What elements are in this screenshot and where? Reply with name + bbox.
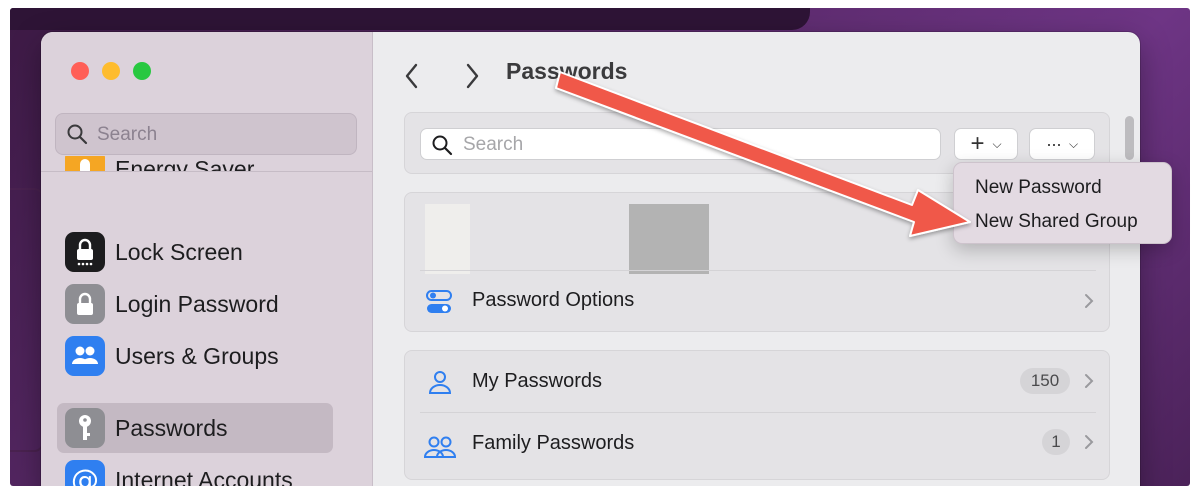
sidebar-item-users-groups[interactable]: Users & Groups (57, 331, 333, 381)
wallpaper-shape (10, 188, 44, 452)
sidebar-item-label: Users & Groups (115, 343, 279, 369)
minimize-window-button[interactable] (102, 62, 120, 80)
person-icon (428, 371, 452, 394)
sidebar-item-label: Internet Accounts (115, 467, 293, 486)
family-passwords-label: Family Passwords (472, 432, 635, 454)
password-options-label: Password Options (472, 289, 635, 311)
sidebar-item-label: Login Password (115, 291, 279, 317)
my-passwords-label: My Passwords (472, 370, 603, 392)
search-input[interactable]: Search (420, 128, 941, 160)
sidebar-item-lock-screen[interactable]: Lock Screen (57, 227, 333, 277)
count-badge: 1 (1042, 429, 1070, 455)
chevron-down-icon: ⌵ (992, 136, 1002, 151)
add-dropdown-menu: New Password New Shared Group (953, 162, 1172, 244)
sidebar-item-login-password[interactable]: Login Password (57, 279, 333, 329)
sidebar-search-input[interactable]: Search (55, 113, 357, 155)
sidebar: Search Energy Saver Lock Screen Login Pa… (41, 32, 373, 486)
sidebar-item-passwords[interactable]: Passwords (57, 403, 333, 453)
sidebar-item-label: Passwords (115, 415, 228, 441)
search-placeholder: Search (463, 134, 524, 155)
search-icon (432, 135, 453, 156)
my-passwords-row[interactable]: My Passwords 150 (404, 350, 1110, 412)
wallpaper-shape (10, 8, 810, 30)
scrollbar[interactable] (1125, 116, 1134, 160)
redacted-image (425, 204, 470, 274)
login-password-icon (65, 284, 105, 324)
search-icon (67, 124, 88, 145)
chevron-right-icon (1085, 435, 1094, 449)
users-groups-icon (65, 336, 105, 376)
page-title: Passwords (506, 58, 628, 84)
sidebar-divider (41, 171, 372, 172)
plus-icon: + (970, 130, 985, 157)
family-passwords-row[interactable]: Family Passwords 1 (404, 413, 1110, 477)
chevron-right-icon (1085, 374, 1094, 388)
key-icon (65, 408, 105, 448)
toggle-icon (426, 290, 452, 313)
sidebar-clip: Energy Saver (41, 156, 372, 171)
add-button[interactable]: + ⌵ (954, 128, 1018, 160)
forward-chevron-icon[interactable] (462, 62, 482, 90)
more-options-button[interactable]: ··· ⌵ (1029, 128, 1095, 160)
count-badge: 150 (1020, 368, 1070, 394)
people-icon (424, 436, 456, 458)
energy-saver-icon (65, 156, 105, 171)
back-chevron-icon[interactable] (402, 62, 422, 90)
system-settings-window: Search Energy Saver Lock Screen Login Pa… (41, 32, 1140, 486)
menu-item-new-shared-group[interactable]: New Shared Group (975, 211, 1138, 233)
sidebar-search-placeholder: Search (97, 124, 158, 145)
password-options-row[interactable]: Password Options (404, 271, 1110, 331)
redacted-image (629, 204, 709, 274)
chevron-right-icon (1085, 294, 1094, 308)
desktop-wallpaper: Search Energy Saver Lock Screen Login Pa… (10, 8, 1190, 486)
sidebar-item-label: Energy Saver (115, 156, 255, 171)
sidebar-item-energy-saver[interactable]: Energy Saver (57, 156, 333, 171)
main-pane: Passwords Search + ⌵ ··· ⌵ Password Opti… (372, 32, 1140, 486)
lock-screen-icon (65, 232, 105, 272)
chevron-down-icon: ⌵ (1068, 136, 1079, 151)
sidebar-item-internet-accounts[interactable]: @ Internet Accounts (57, 455, 333, 486)
sidebar-item-label: Lock Screen (115, 239, 243, 265)
ellipsis-icon: ··· (1045, 133, 1062, 154)
menu-item-new-password[interactable]: New Password (975, 177, 1102, 199)
zoom-window-button[interactable] (133, 62, 151, 80)
close-window-button[interactable] (71, 62, 89, 80)
at-sign-icon: @ (65, 460, 105, 486)
